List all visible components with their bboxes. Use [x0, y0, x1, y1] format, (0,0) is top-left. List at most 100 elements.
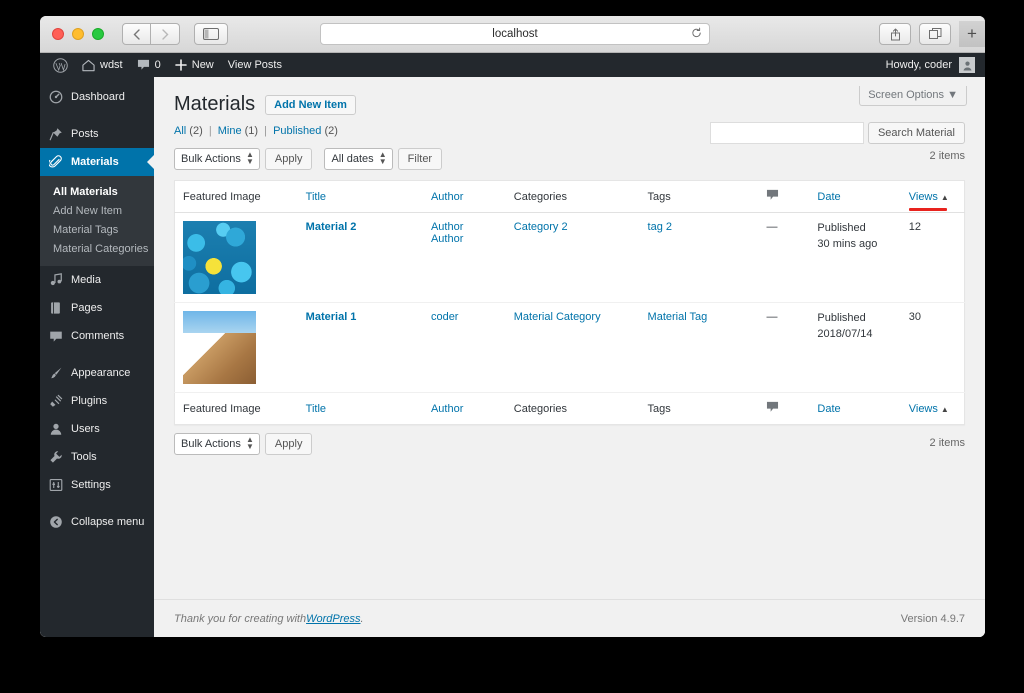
new-tab-button[interactable]: +: [959, 21, 985, 47]
plus-icon: [174, 59, 187, 71]
cell-categories: Material Category: [505, 302, 640, 393]
back-button[interactable]: [122, 23, 151, 45]
column-author[interactable]: Author: [422, 180, 506, 213]
submenu-item-label: All Materials: [53, 185, 118, 198]
forward-button[interactable]: [151, 23, 180, 45]
sidebar-item-appearance[interactable]: Appearance: [40, 359, 154, 387]
reload-icon[interactable]: [691, 27, 702, 41]
date-filter-select[interactable]: All dates ▲ ▼: [324, 148, 393, 170]
sidebar-item-label: Tools: [71, 451, 97, 463]
row-title-link[interactable]: Material 2: [306, 221, 357, 233]
show-tabs-button[interactable]: [919, 23, 951, 45]
sidebar-item-label: Users: [71, 423, 100, 435]
filter-count-published: (2): [324, 125, 338, 137]
add-new-item-button[interactable]: Add New Item: [265, 94, 356, 115]
sidebar-item-plugins[interactable]: Plugins: [40, 387, 154, 415]
my-account-menu[interactable]: Howdy, coder: [886, 57, 985, 73]
close-window-button[interactable]: [52, 28, 64, 40]
sidebar-item-tools[interactable]: Tools: [40, 443, 154, 471]
row-author-link[interactable]: Author Author: [431, 221, 463, 245]
blue-smiley-faces-thumbnail[interactable]: [183, 221, 256, 294]
column-categories: Categories: [505, 392, 640, 425]
address-text: localhost: [492, 28, 538, 40]
pages-icon: [51, 302, 60, 314]
cell-featured-image: [174, 212, 298, 303]
site-name-menu[interactable]: wdst: [75, 53, 130, 77]
new-tab-label: +: [967, 24, 977, 43]
new-content-menu[interactable]: New: [168, 53, 221, 77]
submenu-item-add-new-item[interactable]: Add New Item: [40, 201, 154, 220]
view-posts-link[interactable]: View Posts: [221, 53, 289, 77]
submenu-item-all-materials[interactable]: All Materials: [40, 182, 154, 201]
row-tag-link[interactable]: tag 2: [648, 221, 672, 233]
row-title-link[interactable]: Material 1: [306, 311, 357, 323]
sidebar-item-label: Posts: [71, 128, 99, 140]
avatar-icon: [962, 61, 972, 71]
sidebar-toggle-button[interactable]: [194, 23, 228, 45]
materials-submenu: All Materials Add New Item Material Tags…: [40, 176, 154, 266]
minimize-window-button[interactable]: [72, 28, 84, 40]
maximize-window-button[interactable]: [92, 28, 104, 40]
menu-separator: [40, 350, 154, 359]
bulk-actions-value: Bulk Actions: [181, 153, 241, 165]
submenu-item-material-categories[interactable]: Material Categories: [40, 239, 154, 258]
filter-link-all[interactable]: All: [174, 125, 186, 137]
column-title[interactable]: Title: [297, 392, 423, 425]
sidebar-item-dashboard[interactable]: Dashboard: [40, 83, 154, 111]
filter-link-published[interactable]: Published: [273, 125, 321, 137]
share-button[interactable]: [879, 23, 911, 45]
date-filter-value: All dates: [331, 153, 374, 165]
wordpress-link[interactable]: WordPress: [306, 613, 360, 625]
sidebar-item-collapse-menu[interactable]: Collapse menu: [40, 508, 154, 536]
sand-dune-thumbnail[interactable]: [183, 311, 256, 384]
cell-views: 12: [900, 212, 965, 303]
filter-button[interactable]: Filter: [397, 148, 443, 170]
row-date-value: 30 mins ago: [817, 237, 878, 250]
sidebar-item-posts[interactable]: Posts: [40, 120, 154, 148]
sidebar-item-materials[interactable]: Materials: [40, 148, 154, 176]
sidebar-item-settings[interactable]: Settings: [40, 471, 154, 499]
search-material-button[interactable]: Search Material: [867, 122, 965, 144]
column-views[interactable]: Views ▲: [900, 180, 965, 213]
row-tag-link[interactable]: Material Tag: [648, 311, 708, 323]
row-date-status: Published: [817, 312, 866, 324]
column-date[interactable]: Date: [809, 392, 901, 425]
column-featured-image: Featured Image: [174, 180, 298, 213]
bulk-actions-select-bottom[interactable]: Bulk Actions ▲ ▼: [174, 433, 260, 455]
row-category-link[interactable]: Category 2: [514, 221, 568, 233]
apply-button-top[interactable]: Apply: [264, 148, 313, 170]
filter-separator: |: [264, 125, 268, 137]
sidebar-item-label: Media: [71, 274, 101, 286]
filter-count-all: (2): [189, 125, 203, 137]
screen-options-button[interactable]: Screen Options ▼: [859, 86, 967, 106]
screen-options-label: Screen Options: [868, 89, 945, 101]
submenu-item-material-tags[interactable]: Material Tags: [40, 220, 154, 239]
admin-main-content: Screen Options ▼ Materials Add New Item …: [154, 77, 985, 637]
sidebar-item-label: Dashboard: [71, 91, 125, 103]
comments-menu[interactable]: 0: [130, 53, 168, 77]
table-row: Material 1 coder Material Category Mater…: [174, 302, 965, 393]
select-arrows-icon: ▲ ▼: [378, 150, 387, 166]
wp-logo-menu[interactable]: [46, 53, 75, 77]
column-author[interactable]: Author: [422, 392, 506, 425]
wordpress-logo-icon: [53, 57, 68, 73]
sidebar-item-pages[interactable]: Pages: [40, 294, 154, 322]
sidebar-item-users[interactable]: Users: [40, 415, 154, 443]
sidebar-item-label: Comments: [71, 330, 125, 342]
cell-comments: —: [758, 212, 810, 303]
filter-link-mine[interactable]: Mine: [218, 125, 242, 137]
column-date[interactable]: Date: [809, 180, 901, 213]
row-category-link[interactable]: Material Category: [514, 311, 601, 323]
column-title[interactable]: Title: [297, 180, 423, 213]
wp-version-label: Version 4.9.7: [900, 612, 965, 625]
sidebar-item-comments[interactable]: Comments: [40, 322, 154, 350]
address-bar[interactable]: localhost: [320, 23, 710, 45]
sidebar-item-media[interactable]: Media: [40, 266, 154, 294]
column-views[interactable]: Views ▲: [900, 392, 965, 425]
bulk-actions-select-top[interactable]: Bulk Actions ▲ ▼: [174, 148, 260, 170]
cell-date: Published 30 mins ago: [809, 212, 901, 303]
search-input[interactable]: [709, 122, 864, 144]
apply-button-bottom[interactable]: Apply: [264, 433, 313, 455]
column-tags: Tags: [639, 180, 759, 213]
row-author-link[interactable]: coder: [431, 311, 459, 323]
